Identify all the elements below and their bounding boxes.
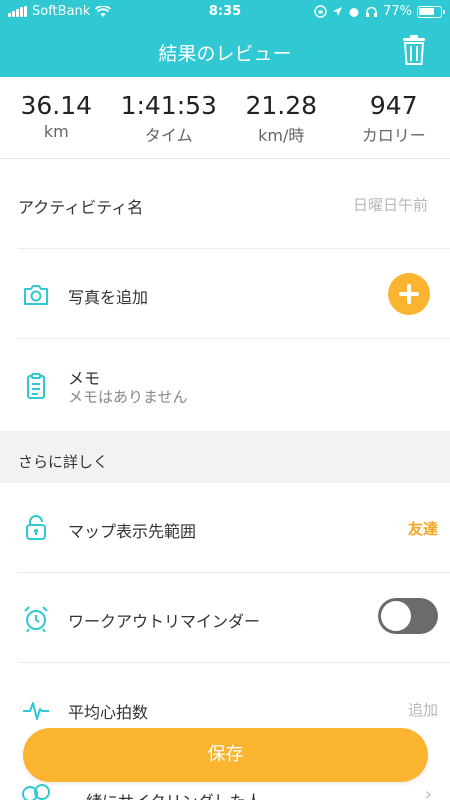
memo-row[interactable]: メモ メモはありません [18,340,450,431]
toggle-knob [381,601,411,631]
stat-value: 1:41:53 [120,91,217,120]
map-visibility-label: マップ表示先範囲 [68,522,197,541]
map-visibility-value[interactable]: 友達 [408,518,438,539]
stat-unit: km [43,122,69,141]
map-visibility-row[interactable]: マップ表示先範囲 友達 [18,483,450,573]
clipboard-icon [27,373,45,399]
activity-name-label: アクティビティ名 [18,198,144,217]
app-header: 結果のレビュー [0,24,450,77]
trash-icon[interactable] [400,34,428,66]
details-section-header: さらに詳しく [0,431,450,483]
friends-icon [22,784,50,800]
screen-lock-icon [314,5,327,18]
heart-rate-add[interactable]: 追加 [408,699,438,720]
stat-value: 21.28 [245,91,318,120]
add-photo-label: 写真を追加 [68,288,149,307]
status-bar-right: 77% [314,4,445,19]
battery-percent: 77% [383,4,412,19]
riding-with-row[interactable]: 一緒にサイクリングした人 › [0,782,450,800]
activity-name-row[interactable]: アクティビティ名 日曜日午前 [18,159,450,249]
stat-distance: 36.14 km [0,77,113,158]
stat-value: 947 [369,91,418,120]
headphones-icon [366,6,378,17]
camera-icon [24,285,48,305]
section-title: さらに詳しく [18,453,109,471]
workout-stats: 36.14 km 1:41:53 タイム 21.28 km/時 947 カロリー [0,77,450,159]
heart-rate-label: 平均心拍数 [68,703,149,722]
location-arrow-icon [333,7,343,16]
memo-placeholder[interactable]: メモはありません [68,386,188,407]
stat-time: 1:41:53 タイム [113,77,226,158]
workout-reminder-row: ワークアウトリマインダー [18,573,450,663]
add-photo-button[interactable] [388,273,430,315]
alarm-status-icon [349,7,359,17]
save-button[interactable]: 保存 [23,728,428,782]
riding-with-label: 一緒にサイクリングした人 [70,788,262,800]
stat-value: 36.14 [20,91,93,120]
activity-name-input[interactable]: 日曜日午前 [353,194,428,215]
page-title: 結果のレビュー [158,43,292,65]
stat-speed: 21.28 km/時 [225,77,338,158]
stat-calories: 947 カロリー [338,77,450,158]
chevron-right-icon: › [424,784,432,800]
status-bar: SoftBank 8:35 77% [0,0,450,24]
stat-unit: カロリー [361,126,426,145]
alarm-clock-icon [24,606,48,633]
lock-icon [26,515,46,540]
workout-reminder-toggle[interactable] [378,598,438,634]
heartbeat-icon [23,702,49,720]
workout-reminder-label: ワークアウトリマインダー [68,612,261,631]
add-photo-row[interactable]: 写真を追加 [18,249,450,339]
battery-icon [417,5,445,18]
stat-unit: タイム [144,126,193,145]
stat-unit: km/時 [258,126,305,145]
